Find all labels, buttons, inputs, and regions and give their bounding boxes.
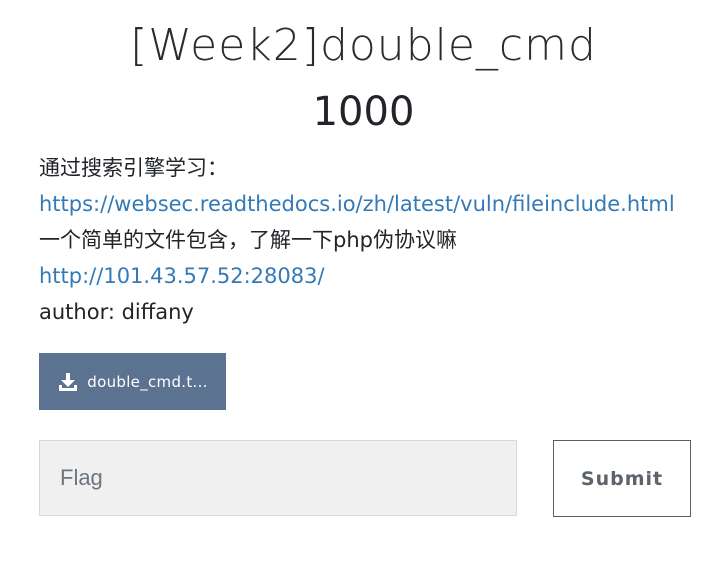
hint-text: 一个简单的文件包含，了解一下php伪协议嘛 (39, 228, 457, 252)
flag-input[interactable] (39, 440, 517, 516)
challenge-title: [Week2]double_cmd (130, 20, 597, 71)
target-link[interactable]: http://101.43.57.52:28083/ (39, 264, 325, 288)
challenge-points: 1000 (312, 89, 415, 135)
submit-button[interactable]: Submit (553, 440, 691, 517)
reference-link[interactable]: https://websec.readthedocs.io/zh/latest/… (39, 192, 675, 216)
author-text: author: diffany (39, 300, 194, 324)
intro-text: 通过搜索引擎学习： (39, 156, 228, 180)
download-icon (57, 371, 79, 393)
attachment-download-button[interactable]: double_cmd.t... (39, 353, 226, 410)
attachment-label: double_cmd.t... (87, 372, 208, 391)
challenge-description: 通过搜索引擎学习： https://websec.readthedocs.io/z… (39, 150, 699, 330)
challenge-modal: [Week2]double_cmd 1000 通过搜索引擎学习： https://… (0, 0, 727, 576)
description-line-1: 通过搜索引擎学习： https://websec.readthedocs.io/z… (39, 150, 699, 222)
description-line-target: http://101.43.57.52:28083/ (39, 258, 699, 294)
